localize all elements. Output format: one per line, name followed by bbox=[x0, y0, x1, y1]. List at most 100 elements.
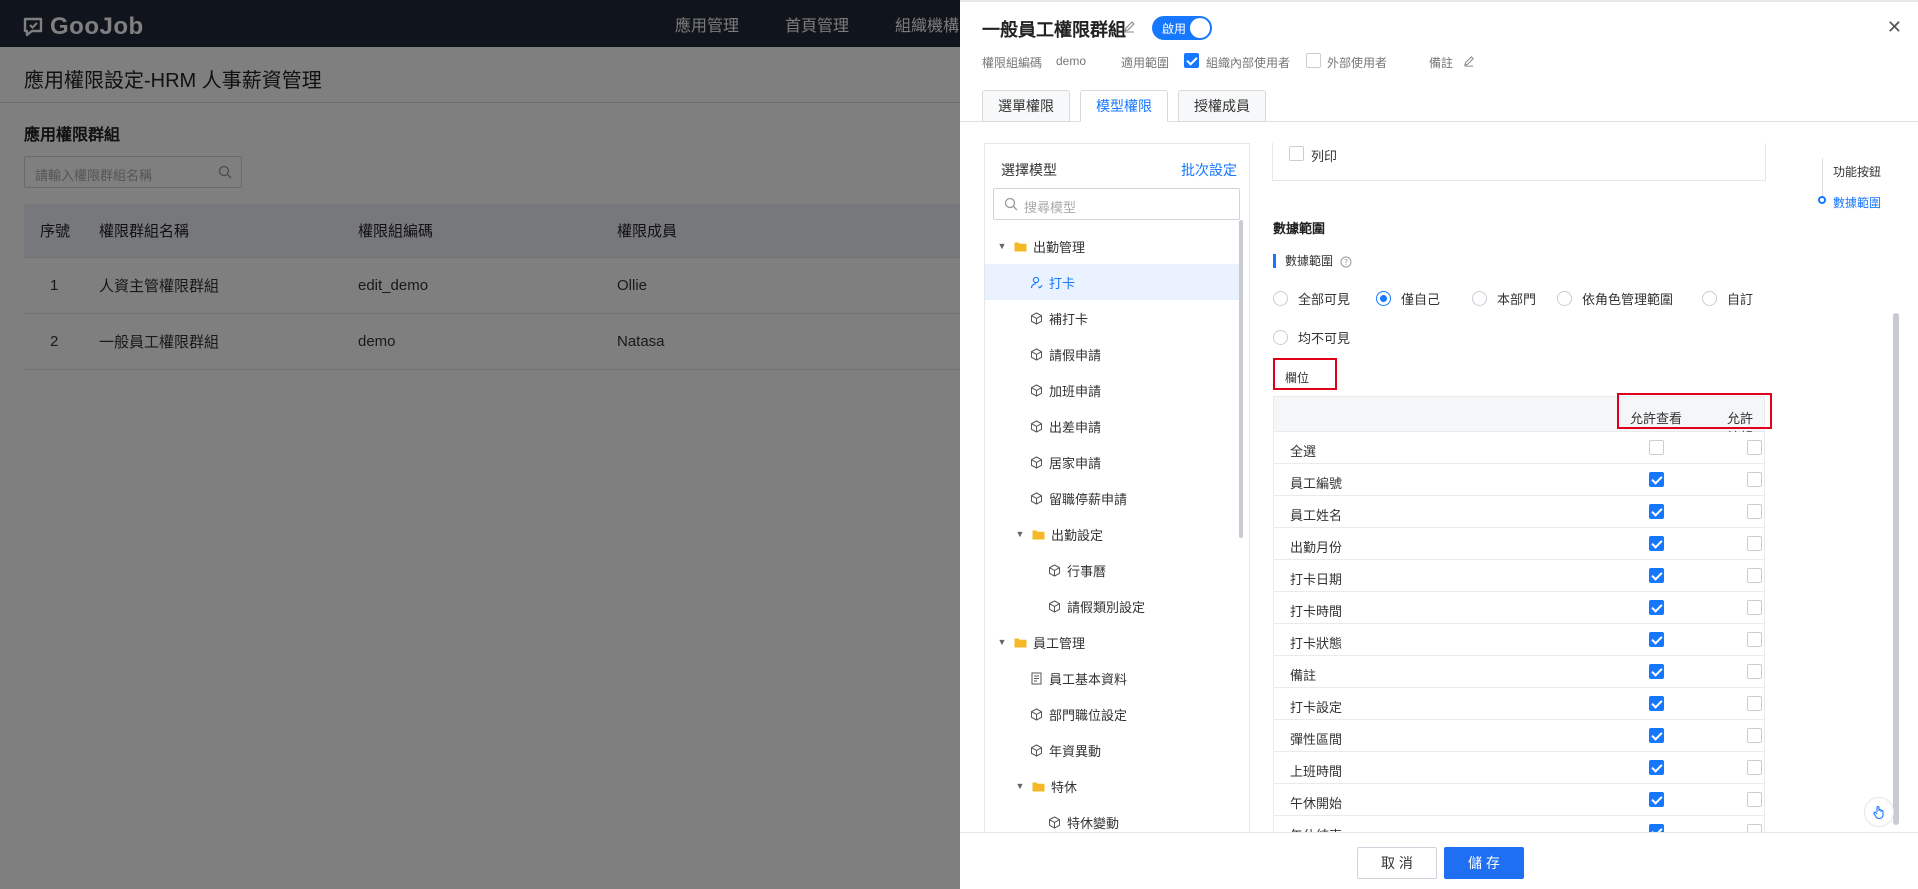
tree-model-node[interactable]: 行事曆 bbox=[985, 552, 1241, 588]
allow-view-checkbox[interactable] bbox=[1649, 568, 1664, 583]
allow-view-checkbox[interactable] bbox=[1649, 600, 1664, 615]
allow-edit-checkbox[interactable] bbox=[1747, 728, 1762, 743]
tree-model-node[interactable]: 請假申請 bbox=[985, 336, 1241, 372]
tab-model-permission[interactable]: 模型權限 bbox=[1080, 90, 1168, 122]
model-search-input[interactable]: 搜尋模型 bbox=[993, 188, 1240, 220]
caret-down-icon[interactable]: ▼ bbox=[997, 241, 1007, 251]
hand-pointer-icon[interactable] bbox=[1864, 797, 1894, 827]
edit-note-pencil-icon[interactable] bbox=[1463, 55, 1475, 70]
allow-view-checkbox[interactable] bbox=[1649, 472, 1664, 487]
allow-view-checkbox[interactable] bbox=[1649, 728, 1664, 743]
allow-view-checkbox[interactable] bbox=[1649, 664, 1664, 679]
tab-menu-permission[interactable]: 選單權限 bbox=[982, 90, 1070, 122]
radio-button[interactable] bbox=[1376, 291, 1391, 306]
tree-node-label: 請假申請 bbox=[1049, 347, 1102, 363]
tree-node-label: 出勤設定 bbox=[1051, 527, 1104, 543]
radio-own-department[interactable]: 本部門 bbox=[1472, 289, 1536, 308]
allow-view-checkbox[interactable] bbox=[1649, 792, 1664, 807]
tree-model-node[interactable]: 年資異動 bbox=[985, 732, 1241, 768]
tree-model-node[interactable]: 加班申請 bbox=[985, 372, 1241, 408]
allow-edit-checkbox[interactable] bbox=[1747, 536, 1762, 551]
anchor-function-buttons[interactable]: 功能按鈕 bbox=[1833, 163, 1881, 180]
user-check-icon bbox=[1029, 275, 1043, 289]
allow-view-checkbox[interactable] bbox=[1649, 632, 1664, 647]
allow-view-checkbox[interactable] bbox=[1649, 440, 1664, 455]
tree-model-node[interactable]: 部門職位設定 bbox=[985, 696, 1241, 732]
radio-button[interactable] bbox=[1273, 330, 1288, 345]
tree-folder-node[interactable]: ▼ 特休 bbox=[985, 768, 1241, 804]
cube-icon bbox=[1029, 311, 1043, 325]
tree-model-node[interactable]: 補打卡 bbox=[985, 300, 1241, 336]
radio-role-scope[interactable]: 依角色管理範圍 bbox=[1557, 289, 1673, 308]
radio-button[interactable] bbox=[1472, 291, 1487, 306]
print-label: 列印 bbox=[1311, 149, 1338, 164]
allow-view-checkbox[interactable] bbox=[1649, 504, 1664, 519]
radio-label: 均不可見 bbox=[1298, 331, 1351, 346]
field-name: 上班時間 bbox=[1290, 764, 1343, 779]
internal-users-checkbox[interactable] bbox=[1184, 53, 1199, 68]
radio-label: 依角色管理範圍 bbox=[1582, 292, 1674, 307]
fields-label: 欄位 bbox=[1273, 358, 1337, 390]
radio-label: 僅自己 bbox=[1401, 292, 1441, 307]
tree-folder-node[interactable]: ▼ 出勤管理 bbox=[985, 228, 1241, 264]
allow-edit-checkbox[interactable] bbox=[1747, 696, 1762, 711]
allow-view-checkbox[interactable] bbox=[1649, 696, 1664, 711]
cancel-button[interactable]: 取 消 bbox=[1357, 847, 1437, 879]
tree-model-node[interactable]: 留職停薪申請 bbox=[985, 480, 1241, 516]
allow-edit-checkbox[interactable] bbox=[1747, 472, 1762, 487]
tree-folder-node[interactable]: ▼ 員工管理 bbox=[985, 624, 1241, 660]
content-scrollbar[interactable] bbox=[1893, 313, 1899, 825]
tree-model-node[interactable]: 請假類別設定 bbox=[985, 588, 1241, 624]
allow-edit-checkbox[interactable] bbox=[1747, 440, 1762, 455]
radio-custom[interactable]: 自訂 bbox=[1702, 289, 1753, 308]
radio-button[interactable] bbox=[1702, 291, 1717, 306]
cube-icon bbox=[1029, 383, 1043, 397]
allow-edit-checkbox[interactable] bbox=[1747, 504, 1762, 519]
save-button[interactable]: 儲 存 bbox=[1444, 847, 1524, 879]
cube-icon bbox=[1047, 599, 1061, 613]
field-name: 午休開始 bbox=[1290, 796, 1343, 811]
folder-icon bbox=[1031, 779, 1045, 793]
caret-down-icon[interactable]: ▼ bbox=[1015, 529, 1025, 539]
enable-toggle[interactable]: 啟用 bbox=[1152, 16, 1212, 40]
caret-down-icon[interactable]: ▼ bbox=[1015, 781, 1025, 791]
tree-model-node[interactable]: 出差申請 bbox=[985, 408, 1241, 444]
allow-edit-checkbox[interactable] bbox=[1747, 568, 1762, 583]
close-icon[interactable]: ✕ bbox=[1887, 18, 1902, 36]
allow-edit-checkbox[interactable] bbox=[1747, 600, 1762, 615]
allow-view-checkbox[interactable] bbox=[1649, 536, 1664, 551]
field-row: 全選 bbox=[1273, 432, 1765, 464]
tab-authorized-members[interactable]: 授權成員 bbox=[1178, 90, 1266, 122]
cube-icon bbox=[1029, 419, 1043, 433]
field-name: 備註 bbox=[1290, 668, 1317, 683]
print-checkbox[interactable] bbox=[1289, 146, 1304, 161]
batch-setting-link[interactable]: 批次設定 bbox=[1181, 160, 1237, 180]
tree-folder-node[interactable]: ▼ 出勤設定 bbox=[985, 516, 1241, 552]
allow-edit-checkbox[interactable] bbox=[1747, 632, 1762, 647]
edit-title-pencil-icon[interactable] bbox=[1123, 20, 1136, 36]
allow-edit-checkbox[interactable] bbox=[1747, 664, 1762, 679]
radio-button[interactable] bbox=[1273, 291, 1288, 306]
field-row: 員工姓名 bbox=[1273, 496, 1765, 528]
toggle-label: 啟用 bbox=[1162, 22, 1187, 36]
permission-drawer: 一般員工權限群組 啟用 ✕ 權限組編碼 demo 適用範圍 組織內部使用者 外部… bbox=[960, 0, 1918, 889]
allow-edit-checkbox[interactable] bbox=[1747, 792, 1762, 807]
radio-button[interactable] bbox=[1557, 291, 1572, 306]
search-icon bbox=[1004, 197, 1018, 214]
tree-model-node[interactable]: 居家申請 bbox=[985, 444, 1241, 480]
help-icon[interactable]: ? bbox=[1340, 255, 1352, 271]
radio-self-only[interactable]: 僅自己 bbox=[1376, 289, 1440, 308]
folder-icon bbox=[1031, 527, 1045, 541]
allow-edit-checkbox[interactable] bbox=[1747, 760, 1762, 775]
modal-overlay[interactable] bbox=[0, 0, 960, 889]
tree-scrollbar[interactable] bbox=[1239, 220, 1243, 538]
anchor-data-range[interactable]: 數據範圍 bbox=[1833, 194, 1881, 211]
caret-down-icon[interactable]: ▼ bbox=[997, 637, 1007, 647]
svg-text:?: ? bbox=[1344, 258, 1348, 267]
tree-model-node[interactable]: 打卡 bbox=[985, 264, 1241, 300]
allow-view-checkbox[interactable] bbox=[1649, 760, 1664, 775]
external-users-checkbox[interactable] bbox=[1306, 53, 1321, 68]
radio-none-visible[interactable]: 均不可見 bbox=[1273, 328, 1350, 347]
tree-model-node[interactable]: 員工基本資料 bbox=[985, 660, 1241, 696]
radio-all-visible[interactable]: 全部可見 bbox=[1273, 289, 1350, 308]
